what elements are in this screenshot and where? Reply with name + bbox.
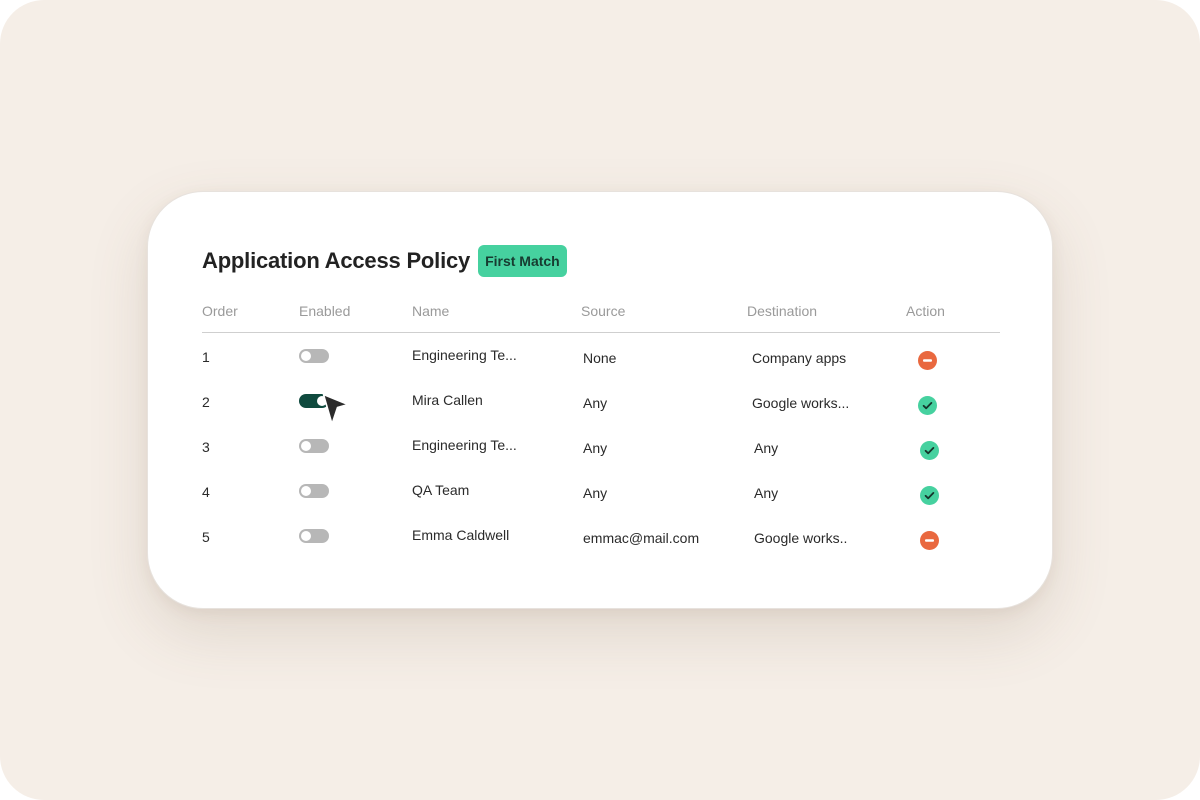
check-circle-icon[interactable] <box>920 441 939 460</box>
check-circle-icon[interactable] <box>918 396 937 415</box>
match-mode-badge[interactable]: First Match <box>478 245 567 277</box>
row-name[interactable]: QA Team <box>412 482 469 498</box>
table-row[interactable]: 4 QA Team Any Any <box>202 468 1000 513</box>
page-background: Application Access Policy First Match Or… <box>0 0 1200 800</box>
row-name[interactable]: Engineering Te... <box>412 437 517 453</box>
table-row[interactable]: 5 Emma Caldwell emmac@mail.com Google wo… <box>202 513 1000 558</box>
enabled-toggle[interactable] <box>299 529 329 543</box>
column-header-action[interactable]: Action <box>906 303 945 319</box>
row-destination: Google works.. <box>754 530 848 546</box>
column-header-destination[interactable]: Destination <box>747 303 817 319</box>
row-name[interactable]: Engineering Te... <box>412 347 517 363</box>
table-header: Order Enabled Name Source Destination Ac… <box>202 300 1000 333</box>
row-source: Any <box>583 395 608 411</box>
policy-card: Application Access Policy First Match Or… <box>147 191 1053 609</box>
row-order: 3 <box>202 439 210 455</box>
column-header-enabled[interactable]: Enabled <box>299 303 350 319</box>
row-order: 4 <box>202 484 210 500</box>
page-title: Application Access Policy <box>202 248 471 273</box>
column-header-order[interactable]: Order <box>202 303 238 319</box>
enabled-toggle[interactable] <box>299 484 329 498</box>
toggle-knob <box>301 486 311 496</box>
enabled-toggle[interactable] <box>299 439 329 453</box>
minus-circle-icon[interactable] <box>920 531 939 550</box>
mouse-pointer-icon <box>322 393 349 425</box>
minus-circle-icon[interactable] <box>918 351 937 370</box>
column-header-name[interactable]: Name <box>412 303 449 319</box>
row-name[interactable]: Emma Caldwell <box>412 527 509 543</box>
row-name[interactable]: Mira Callen <box>412 392 483 408</box>
row-destination: Any <box>754 485 779 501</box>
row-destination: Company apps <box>752 350 847 366</box>
enabled-toggle[interactable] <box>299 349 329 363</box>
toggle-knob <box>301 441 311 451</box>
row-source: Any <box>583 485 608 501</box>
row-order: 5 <box>202 529 210 545</box>
row-destination: Google works... <box>752 395 850 411</box>
toggle-knob <box>301 531 311 541</box>
table-row[interactable]: 1 Engineering Te... None Company apps <box>202 333 1000 378</box>
row-destination: Any <box>754 440 779 456</box>
toggle-knob <box>301 351 311 361</box>
row-order: 2 <box>202 394 210 410</box>
row-source: Any <box>583 440 608 456</box>
row-source: emmac@mail.com <box>583 530 700 546</box>
row-source: None <box>583 350 617 366</box>
column-header-source[interactable]: Source <box>581 303 625 319</box>
check-circle-icon[interactable] <box>920 486 939 505</box>
policy-table: Order Enabled Name Source Destination Ac… <box>202 300 1000 558</box>
row-order: 1 <box>202 349 210 365</box>
policy-header: Application Access Policy First Match <box>202 245 567 277</box>
table-row[interactable]: 3 Engineering Te... Any Any <box>202 423 1000 468</box>
